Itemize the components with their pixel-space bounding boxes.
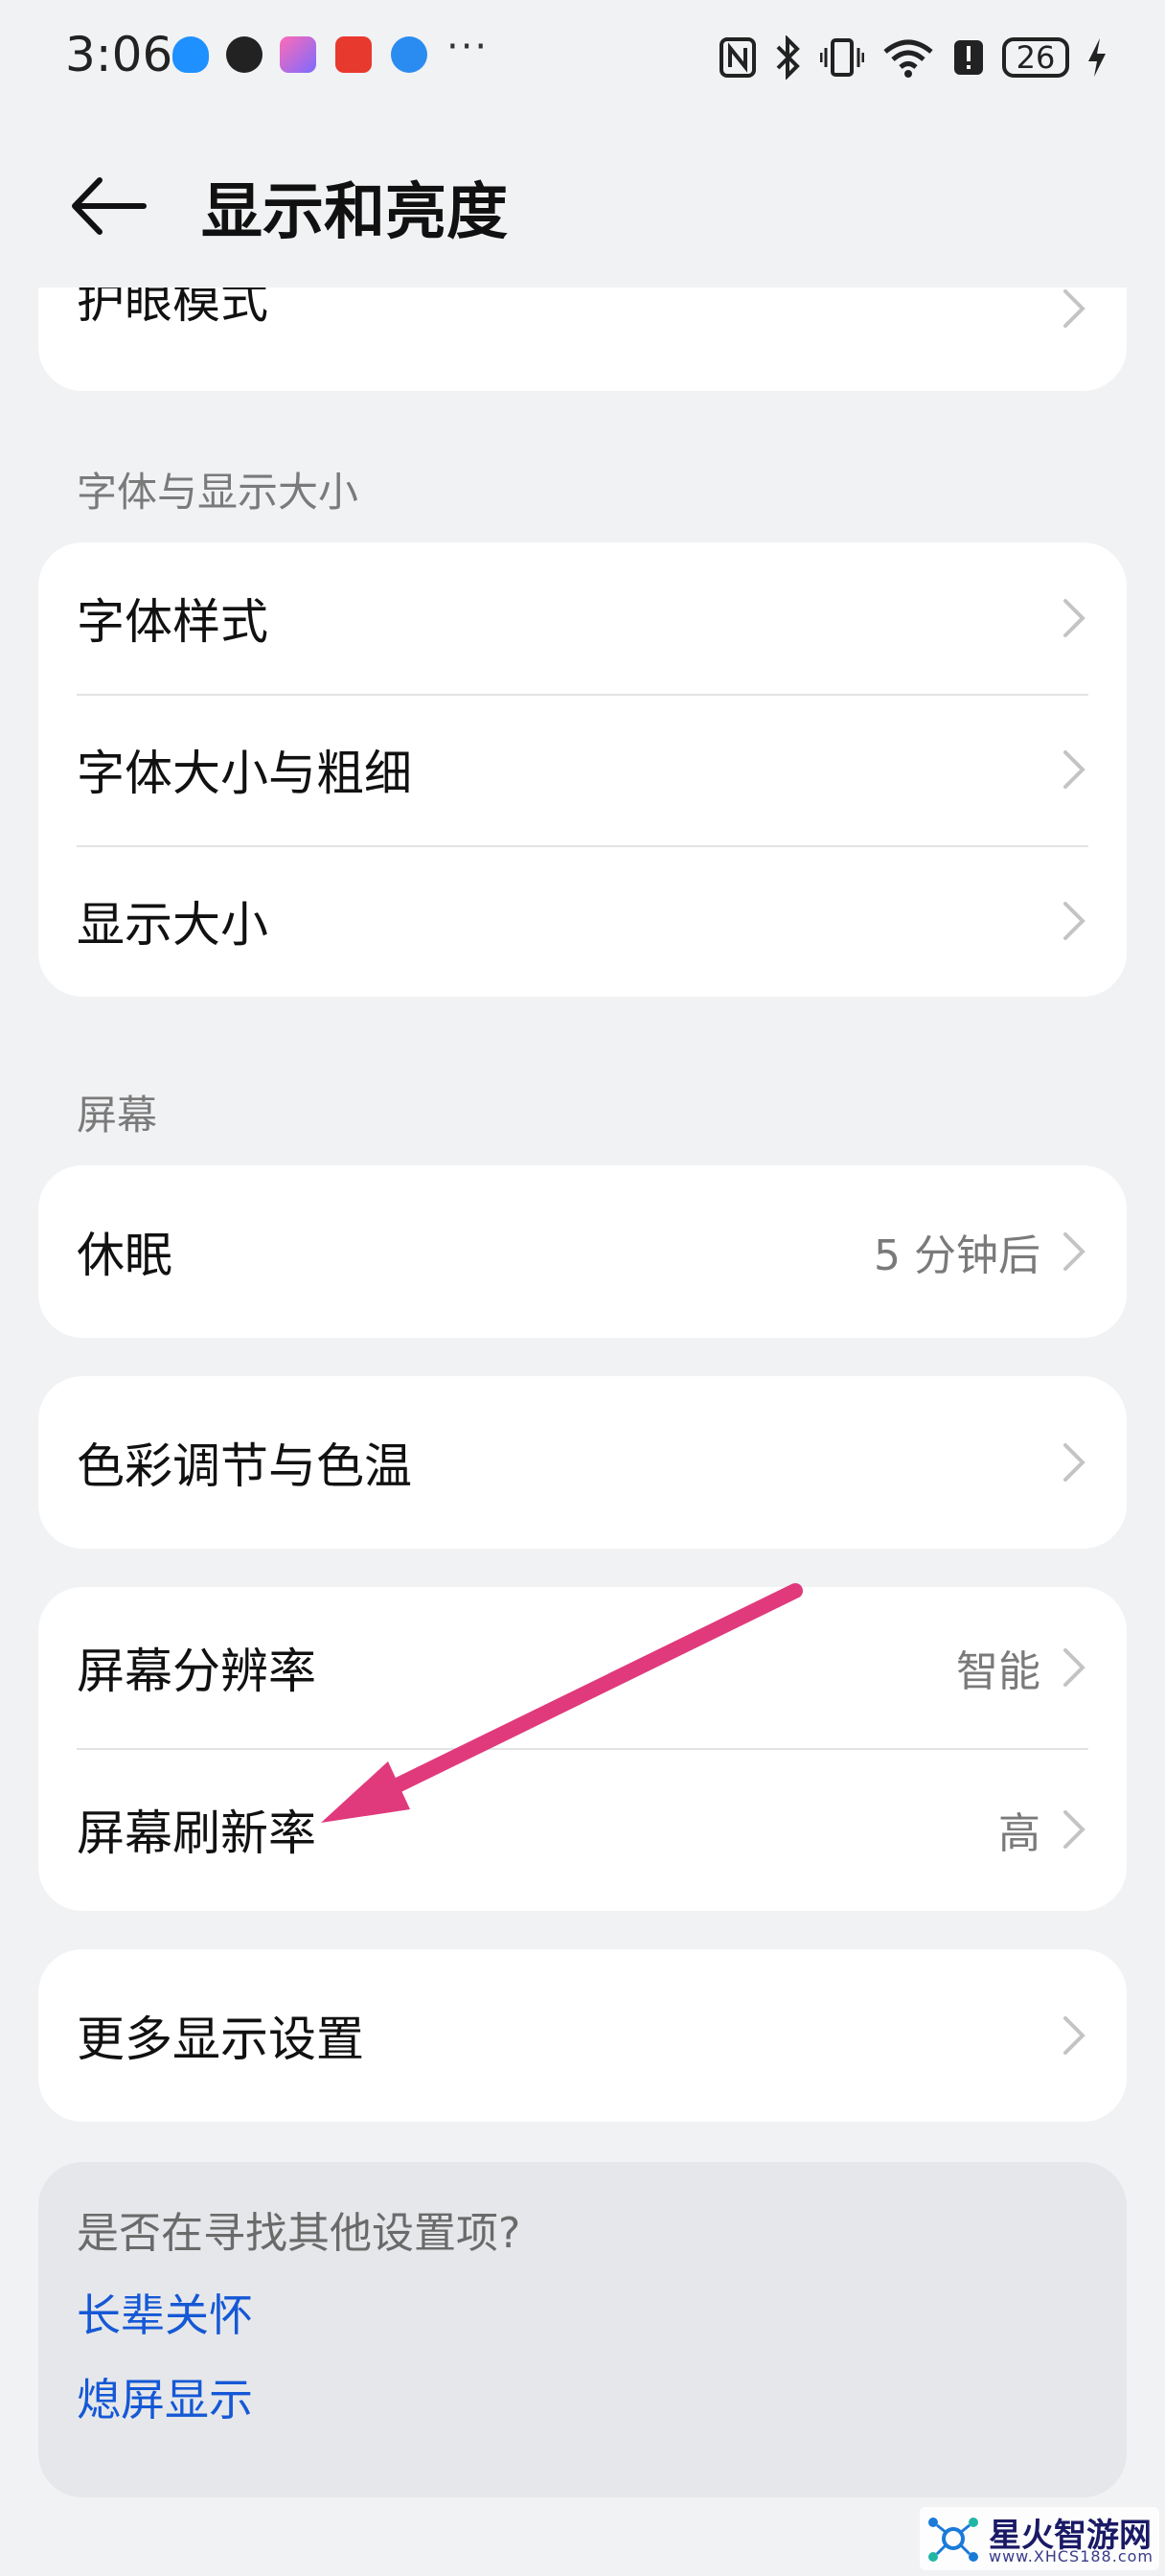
row-label: 屏幕刷新率 [77,1806,316,1861]
suggestion-question: 是否在寻找其他设置项? [77,2209,521,2258]
chevron-right-icon [1063,289,1085,328]
alert-icon [954,40,983,75]
refresh-rate-row[interactable]: 屏幕刷新率 高 [38,1748,1127,1911]
eye-care-row[interactable]: 护眼模式 [38,288,1127,391]
shield-app-icon [172,36,209,73]
chevron-right-icon [1063,750,1085,789]
chevron-right-icon [1063,902,1085,940]
row-label: 护眼模式 [77,288,268,329]
row-label: 休眠 [77,1228,172,1283]
status-time: 3:06 [65,27,173,82]
watermark: 星火智游网 www.XHCS188.com [920,2507,1159,2570]
bluetooth-icon [776,35,800,80]
status-bar: 3:06 ··· 26 [0,0,1165,115]
charging-icon [1088,38,1106,77]
section-label-screen: 屏幕 [77,1092,158,1138]
row-label: 显示大小 [77,897,268,953]
row-label: 字体样式 [77,594,268,650]
row-value: 高 [998,1809,1040,1858]
network-logo-icon [928,2518,978,2562]
sleep-row[interactable]: 休眠 5 分钟后 [38,1165,1127,1338]
suggestion-card: 是否在寻找其他设置项? 长辈关怀 熄屏显示 [38,2162,1127,2497]
row-label: 色彩调节与色温 [77,1438,412,1494]
sleep-card: 休眠 5 分钟后 [38,1165,1127,1338]
chevron-right-icon [1063,1810,1085,1849]
chevron-right-icon [1063,2016,1085,2055]
more-display-row[interactable]: 更多显示设置 [38,1949,1127,2122]
vibrate-icon [820,38,864,77]
app-icon [280,36,316,73]
display-size-row[interactable]: 显示大小 [38,845,1127,997]
battery-indicator: 26 [1002,37,1069,78]
nfc-icon [720,37,756,78]
suggestion-link-aod[interactable]: 熄屏显示 [77,2365,253,2428]
color-temperature-row[interactable]: 色彩调节与色温 [38,1376,1127,1549]
browser-icon [391,36,427,73]
screen-card: 屏幕分辨率 智能 屏幕刷新率 高 [38,1587,1127,1911]
chevron-right-icon [1063,1232,1085,1271]
eye-care-card: 护眼模式 [38,288,1127,391]
suggestion-link-elder-care[interactable]: 长辈关怀 [77,2281,253,2344]
watermark-url: www.XHCS188.com [989,2547,1154,2565]
wifi-icon [883,39,933,78]
chevron-right-icon [1063,599,1085,637]
qq-icon [226,36,263,73]
back-button[interactable] [67,172,153,240]
chevron-right-icon [1063,1443,1085,1482]
resolution-row[interactable]: 屏幕分辨率 智能 [38,1587,1127,1748]
font-style-row[interactable]: 字体样式 [38,542,1127,694]
row-value: 5 分钟后 [874,1231,1040,1280]
row-label: 字体大小与粗细 [77,746,412,801]
color-card: 色彩调节与色温 [38,1376,1127,1549]
settings-list[interactable]: 护眼模式 字体与显示大小 字体样式 字体大小与粗细 显示大小 屏幕 休眠 5 分… [0,288,1165,2576]
more-display-card: 更多显示设置 [38,1949,1127,2122]
row-value: 智能 [956,1647,1040,1696]
font-card: 字体样式 字体大小与粗细 显示大小 [38,542,1127,997]
arrow-left-icon [72,177,147,235]
section-label-font: 字体与显示大小 [77,469,359,516]
page-title: 显示和亮度 [201,177,508,248]
row-label: 更多显示设置 [77,2012,364,2067]
more-notifications-icon: ··· [446,25,490,69]
row-label: 屏幕分辨率 [77,1644,316,1699]
font-size-row[interactable]: 字体大小与粗细 [38,694,1127,845]
status-right: 26 [719,29,1108,86]
chevron-right-icon [1063,1648,1085,1687]
calendar-app-icon [335,36,372,73]
page-header: 显示和亮度 [0,144,1165,268]
